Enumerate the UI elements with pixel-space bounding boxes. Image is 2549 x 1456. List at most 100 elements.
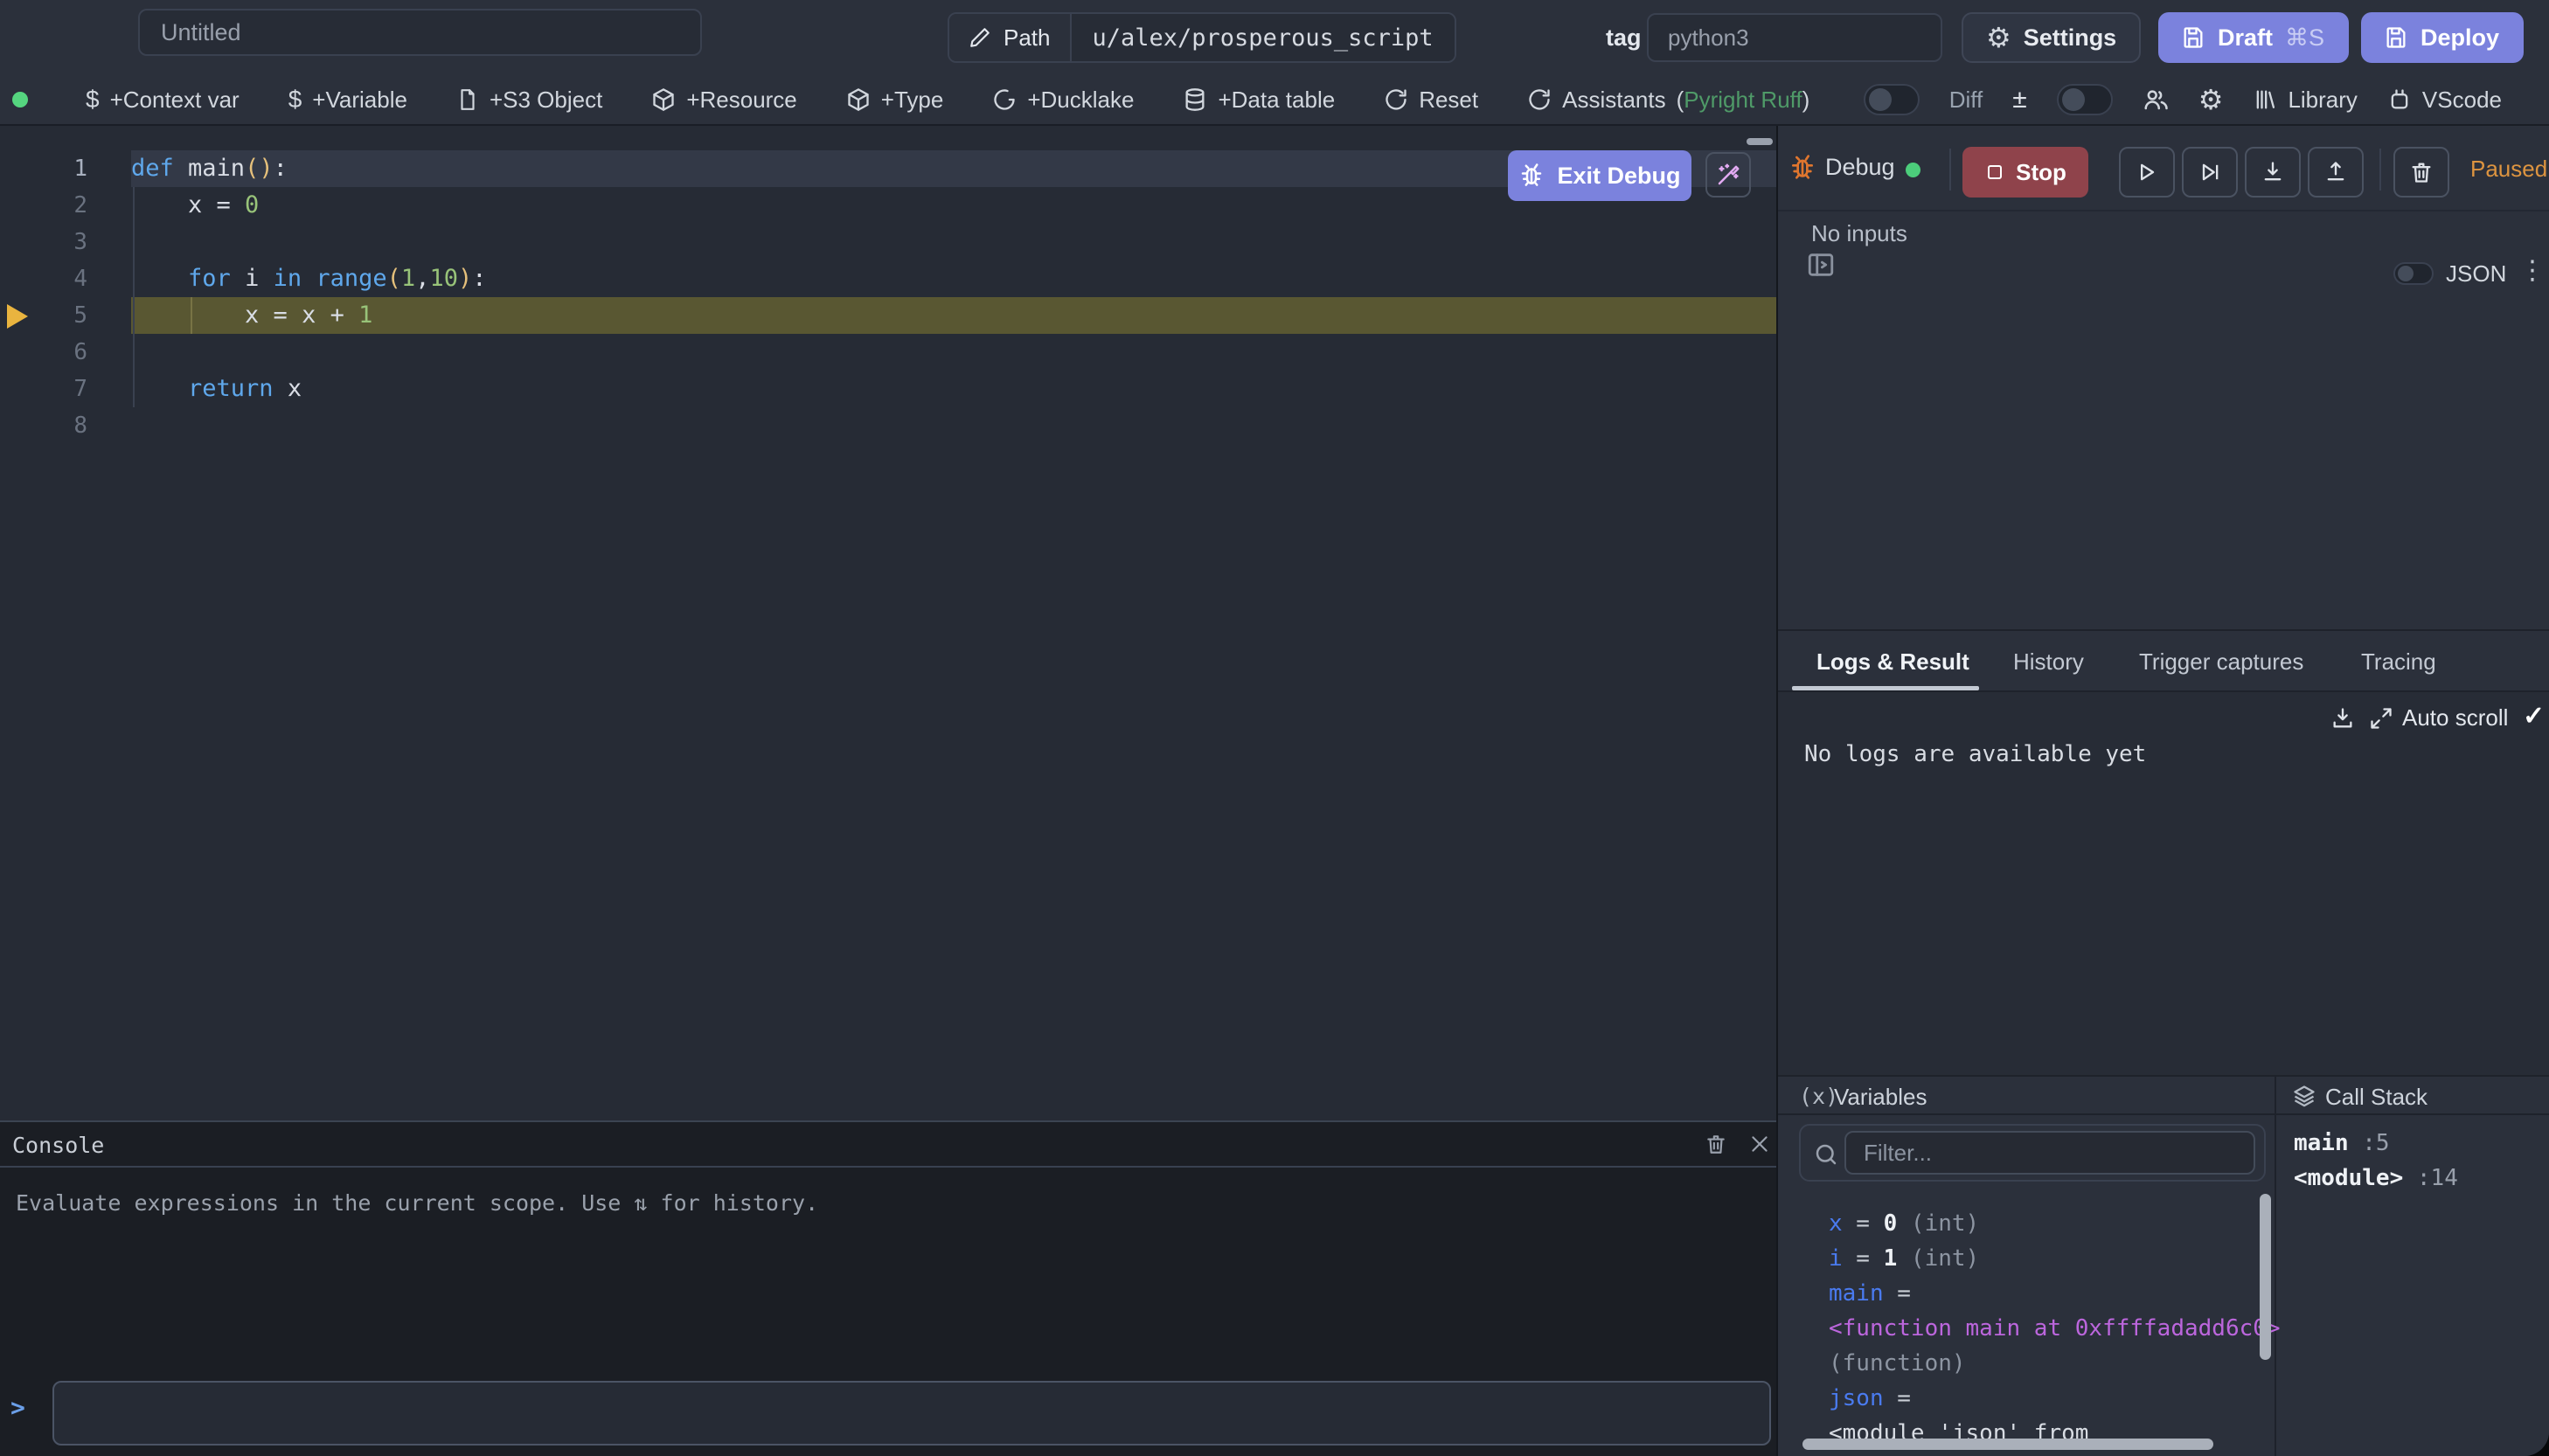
callstack-header: Call Stack — [2276, 1077, 2549, 1115]
variable-item[interactable]: main = <function main at 0xffffadadd6c0>… — [1829, 1276, 2248, 1381]
toolbar-right-cluster: Diff ± ⚙ Library VScode — [1864, 84, 2502, 115]
line-number[interactable]: 6 — [0, 334, 131, 371]
code-line[interactable] — [131, 334, 1776, 371]
editor-gutter[interactable]: 12345678 — [0, 150, 131, 444]
code-line[interactable]: return x — [131, 371, 1776, 407]
token-line: (function) — [1829, 1346, 2248, 1381]
dollar-icon: $ — [288, 86, 302, 114]
kebab-menu-icon[interactable]: ⋮ — [2519, 255, 2546, 286]
assistants-toggle[interactable] — [1864, 84, 1920, 115]
line-number[interactable]: 7 — [0, 371, 131, 407]
add-context-var-button[interactable]: $ +Context var — [86, 86, 240, 114]
main-area: 12345678 def main(): x = 0 for i in rang… — [0, 124, 2549, 1456]
panel-resize-handle[interactable] — [1747, 138, 1773, 145]
library-icon — [2253, 87, 2277, 112]
token-line: x = 0 (int) — [1829, 1206, 2248, 1241]
add-variable-button[interactable]: $ +Variable — [288, 86, 407, 114]
vscode-label: VScode — [2422, 87, 2502, 114]
add-variable-label: +Variable — [312, 87, 407, 114]
json-toggle[interactable] — [2393, 262, 2434, 285]
indent-guide — [133, 187, 135, 407]
ai-wand-button[interactable] — [1705, 152, 1751, 198]
users-icon[interactable] — [2143, 87, 2169, 113]
callstack-title: Call Stack — [2325, 1084, 2427, 1111]
line-number[interactable]: 3 — [0, 224, 131, 260]
variables-list[interactable]: x = 0 (int)i = 1 (int)main = <function m… — [1829, 1206, 2248, 1451]
code-line[interactable]: for i in range(1,10): — [131, 260, 1776, 297]
debug-status: Paused — [2470, 156, 2547, 183]
exit-debug-button[interactable]: Exit Debug — [1508, 150, 1691, 201]
gear-icon[interactable]: ⚙ — [2198, 86, 2224, 114]
line-number[interactable]: 2 — [0, 187, 131, 224]
clear-console-icon[interactable] — [1705, 1133, 1727, 1155]
variable-item[interactable]: i = 1 (int) — [1829, 1241, 2248, 1276]
line-number[interactable]: 1 — [0, 150, 131, 187]
diff-plus-minus-icon[interactable]: ± — [2012, 85, 2026, 114]
step-out-button[interactable] — [2308, 147, 2364, 198]
download-logs-icon[interactable] — [2330, 706, 2355, 731]
step-into-button[interactable] — [2245, 147, 2301, 198]
panel-open-icon[interactable] — [1806, 250, 1836, 280]
add-context-var-label: +Context var — [110, 87, 240, 114]
deploy-button[interactable]: Deploy — [2361, 12, 2524, 63]
variables-title: Variables — [1834, 1084, 1927, 1111]
step-over-button[interactable] — [2182, 147, 2238, 198]
line-number[interactable]: 4 — [0, 260, 131, 297]
code-line[interactable]: x = x + 1 — [131, 297, 1776, 334]
variables-header: (x) Variables — [1778, 1077, 2275, 1115]
script-title-input[interactable] — [138, 9, 702, 56]
library-button[interactable]: Library — [2253, 87, 2357, 114]
variable-item[interactable]: x = 0 (int) — [1829, 1206, 2248, 1241]
right-tabs: Logs & Result History Trigger captures T… — [1778, 629, 2549, 692]
collab-toggle[interactable] — [2057, 84, 2113, 115]
variable-icon: (x) — [1799, 1084, 1838, 1109]
horizontal-scrollbar[interactable] — [1802, 1439, 2213, 1450]
bug-icon — [1518, 163, 1545, 189]
console-input[interactable] — [52, 1381, 1771, 1446]
callstack-frame[interactable]: main :5 — [2294, 1126, 2458, 1161]
draft-button[interactable]: Draft ⌘S — [2158, 12, 2349, 63]
edit-path-button[interactable]: Path — [949, 14, 1072, 61]
add-s3-object-button[interactable]: +S3 Object — [456, 87, 602, 114]
tab-trigger-captures[interactable]: Trigger captures — [2139, 648, 2303, 676]
rotate-icon — [1527, 87, 1552, 112]
tab-logs-result[interactable]: Logs & Result — [1816, 648, 1969, 676]
variables-filter-input[interactable] — [1844, 1131, 2255, 1175]
check-icon[interactable]: ✓ — [2523, 701, 2545, 731]
add-type-button[interactable]: +Type — [846, 87, 944, 114]
add-ducklake-button[interactable]: +Ducklake — [992, 87, 1134, 114]
expand-logs-icon[interactable] — [2369, 706, 2393, 731]
callstack-list[interactable]: main :5<module> :14 — [2294, 1126, 2458, 1196]
continue-button[interactable] — [2119, 147, 2175, 198]
clear-debug-button[interactable] — [2393, 147, 2449, 198]
line-number[interactable]: 8 — [0, 407, 131, 444]
tab-history[interactable]: History — [2013, 648, 2084, 676]
vertical-scrollbar[interactable] — [2260, 1194, 2271, 1360]
vscode-button[interactable]: VScode — [2387, 87, 2502, 114]
path-button-label: Path — [1004, 24, 1051, 52]
stop-button[interactable]: Stop — [1962, 147, 2088, 198]
square-icon — [1984, 162, 2005, 183]
add-data-table-button[interactable]: +Data table — [1183, 87, 1335, 114]
callstack-frame[interactable]: <module> :14 — [2294, 1161, 2458, 1196]
close-console-icon[interactable] — [1748, 1133, 1771, 1155]
path-group: Path u/alex/prosperous_script — [948, 12, 1456, 63]
draft-shortcut: ⌘S — [2285, 24, 2324, 52]
script-path-value[interactable]: u/alex/prosperous_script — [1072, 14, 1455, 61]
code-line[interactable] — [131, 407, 1776, 444]
settings-button[interactable]: ⚙ Settings — [1962, 12, 2141, 63]
code-editor[interactable]: 12345678 def main(): x = 0 for i in rang… — [0, 126, 1776, 1120]
tag-input[interactable] — [1647, 13, 1942, 62]
add-ducklake-label: +Ducklake — [1027, 87, 1134, 114]
add-resource-button[interactable]: +Resource — [651, 87, 796, 114]
pencil-icon — [969, 26, 991, 49]
assistants-button[interactable]: Assistants (Pyright Ruff) — [1527, 87, 1809, 114]
token-line: <function main at 0xffffadadd6c0> — [1829, 1311, 2248, 1346]
code-line[interactable] — [131, 224, 1776, 260]
tab-tracing[interactable]: Tracing — [2361, 648, 2436, 676]
debug-active-dot — [1906, 163, 1920, 177]
variables-panel: (x) Variables x = 0 (int)i = 1 (int)main… — [1778, 1077, 2276, 1456]
add-resource-label: +Resource — [686, 87, 796, 114]
reset-button[interactable]: Reset — [1384, 87, 1478, 114]
package-icon — [651, 87, 676, 112]
